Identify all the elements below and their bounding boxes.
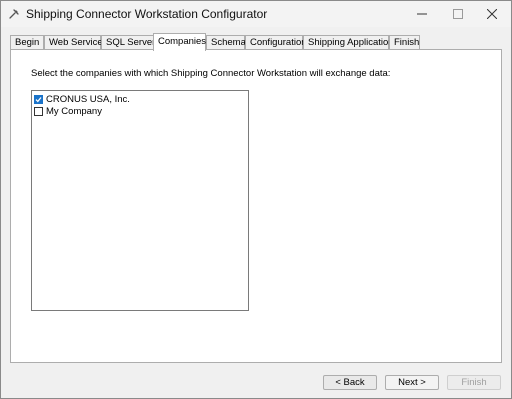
back-button[interactable]: < Back [323, 375, 377, 390]
list-item-my-company[interactable]: My Company [34, 105, 102, 117]
app-icon [8, 8, 20, 20]
next-button[interactable]: Next > [385, 375, 439, 390]
tab-companies[interactable]: Companies [153, 33, 206, 51]
tab-sql-server[interactable]: SQL Server [101, 35, 156, 50]
tab-shipping-applications[interactable]: Shipping Applications [303, 35, 398, 50]
tab-label: SQL Server [106, 37, 156, 48]
tab-finish[interactable]: Finish [389, 35, 420, 50]
tab-label: Companies [158, 36, 207, 47]
tab-label: Shipping Applications [308, 37, 399, 48]
company-name: CRONUS USA, Inc. [46, 93, 130, 105]
tab-begin[interactable]: Begin [10, 35, 44, 50]
configurator-window: Shipping Connector Workstation Configura… [0, 0, 512, 399]
instruction-text: Select the companies with which Shipping… [31, 68, 391, 79]
tab-label: Finish [394, 37, 420, 48]
checkbox-unchecked-icon[interactable] [34, 106, 43, 116]
window-title: Shipping Connector Workstation Configura… [26, 7, 268, 21]
list-item-cronus[interactable]: CRONUS USA, Inc. [34, 93, 130, 105]
tab-label: Schema [211, 37, 246, 48]
tab-label: Web Service [49, 37, 103, 48]
checkbox-checked-icon[interactable] [34, 94, 43, 104]
finish-button[interactable]: Finish [447, 375, 501, 390]
close-button[interactable] [469, 1, 512, 27]
company-name: My Company [46, 105, 102, 117]
companies-listbox[interactable]: CRONUS USA, Inc. My Company [31, 90, 249, 311]
companies-tab-panel: Select the companies with which Shipping… [10, 49, 502, 363]
tab-web-service[interactable]: Web Service [44, 35, 103, 50]
tab-configuration[interactable]: Configuration [245, 35, 307, 50]
tab-label: Configuration [250, 37, 307, 48]
title-bar[interactable]: Shipping Connector Workstation Configura… [1, 1, 511, 27]
tab-schema[interactable]: Schema [206, 35, 246, 50]
tab-label: Begin [15, 37, 40, 48]
